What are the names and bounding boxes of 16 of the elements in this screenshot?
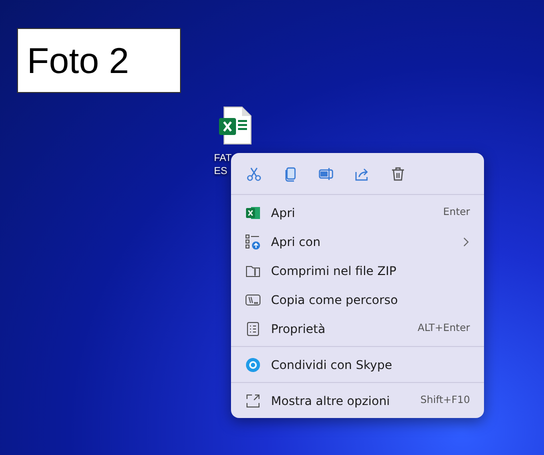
menu-item[interactable]: Proprietà ALT+Enter xyxy=(235,314,480,343)
chat-icon xyxy=(245,356,261,372)
chevron-icon xyxy=(462,236,470,246)
apps-icon xyxy=(245,234,261,250)
menu-item[interactable]: Comprimi nel file ZIP xyxy=(235,256,480,285)
expand-icon xyxy=(245,392,261,408)
menu-item[interactable]: Copia come percorso xyxy=(235,285,480,314)
menu-item[interactable]: Apri Enter xyxy=(235,198,480,227)
menu-item[interactable]: Apri con xyxy=(235,227,480,256)
properties-icon xyxy=(245,320,261,336)
spreadsheet-icon xyxy=(245,204,261,220)
file-label: FAT ES xyxy=(214,152,232,178)
photo-label: Foto 2 xyxy=(17,28,181,93)
menu-item[interactable]: Condividi con Skype xyxy=(235,350,480,379)
path-icon xyxy=(245,292,261,308)
menu-item[interactable]: Mostra altre opzioni Shift+F10 xyxy=(235,386,480,415)
